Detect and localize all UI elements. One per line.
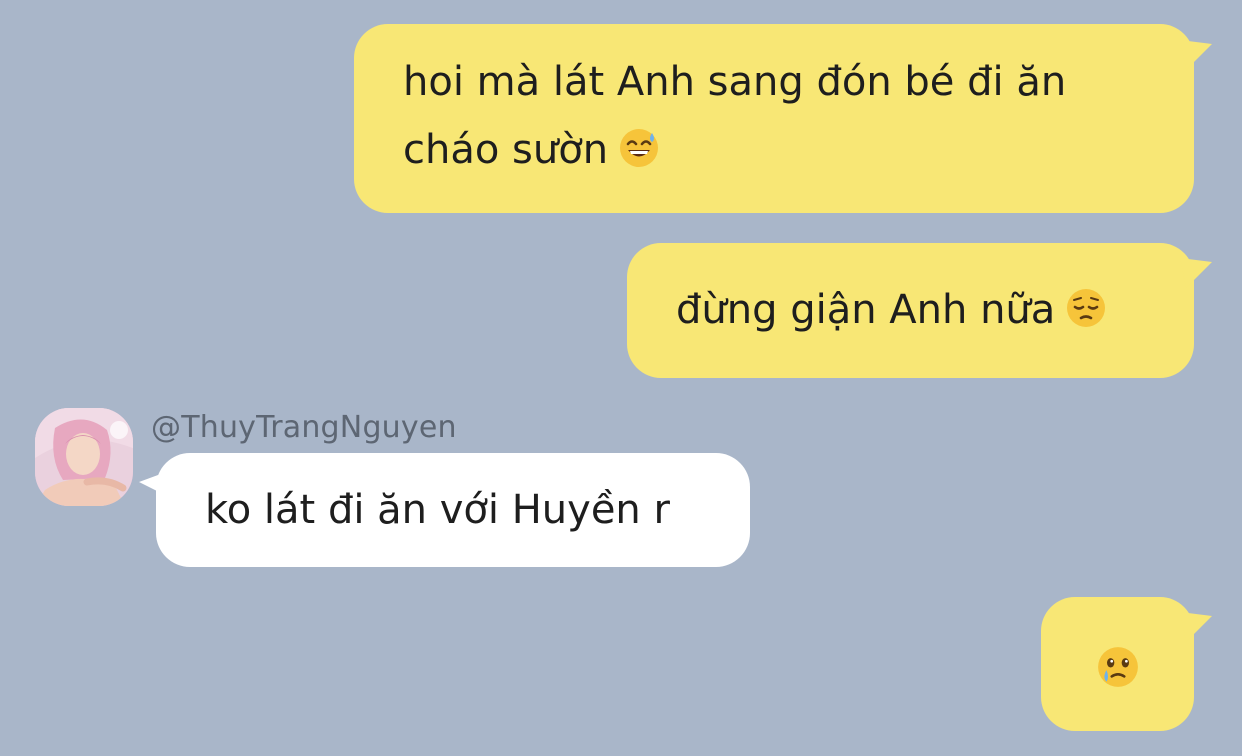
message-text: ko lát đi ăn với Huyền r	[205, 487, 670, 533]
outgoing-message-bubble[interactable]	[1041, 597, 1194, 731]
outgoing-message-bubble[interactable]: đừng giận Anh nữa	[627, 243, 1194, 378]
pensive-emoji-icon	[1065, 282, 1107, 327]
outgoing-message-bubble[interactable]: hoi mà lát Anh sang đón bé đi ăn cháo sư…	[354, 24, 1194, 213]
grinning-sweat-emoji-icon	[618, 122, 660, 167]
message-text: hoi mà lát Anh sang đón bé đi ăn cháo sư…	[403, 59, 1067, 173]
incoming-message-bubble[interactable]: ko lát đi ăn với Huyền r	[156, 453, 750, 567]
avatar[interactable]	[35, 408, 133, 506]
profile-photo-icon	[35, 408, 133, 506]
sender-name: @ThuyTrangNguyen	[151, 410, 457, 445]
bubble-tail	[1180, 258, 1212, 288]
bubble-tail	[1180, 40, 1212, 70]
message-text: đừng giận Anh nữa	[676, 287, 1056, 333]
bubble-tail	[1180, 612, 1212, 642]
face-holding-back-tears-emoji-icon	[1096, 642, 1140, 687]
chat-area: hoi mà lát Anh sang đón bé đi ăn cháo sư…	[0, 0, 1242, 756]
